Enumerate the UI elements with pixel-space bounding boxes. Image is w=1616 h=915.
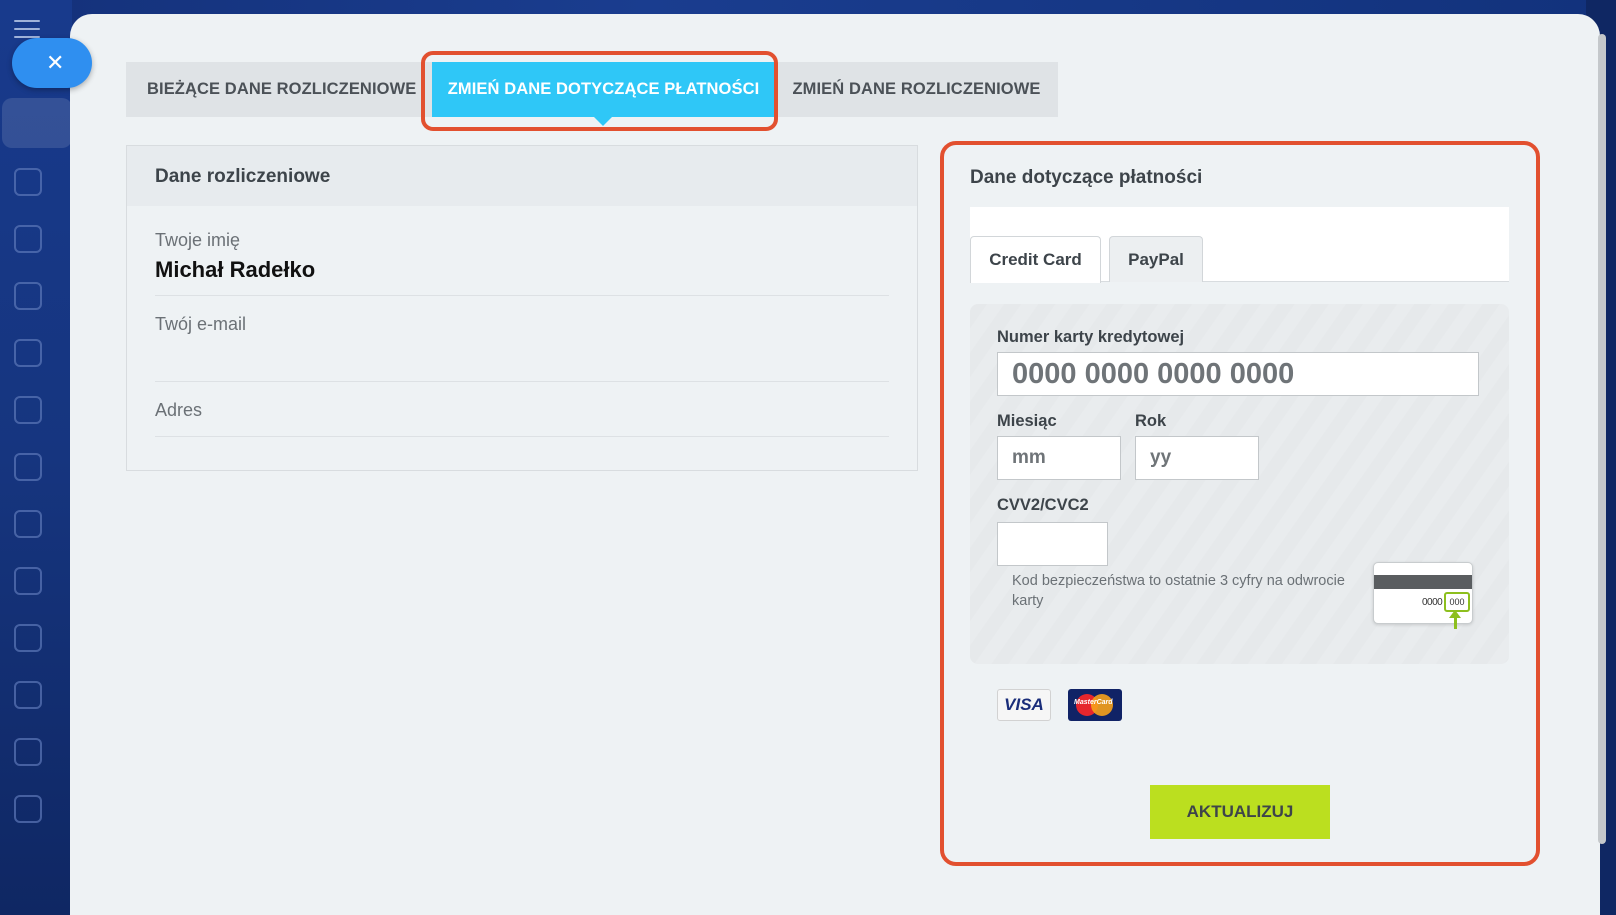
address-label: Adres — [155, 400, 203, 420]
tab-paypal[interactable]: PayPal — [1109, 236, 1203, 282]
sidebar-pencil-icon[interactable] — [14, 624, 42, 652]
name-label: Twoje imię — [155, 230, 241, 250]
month-label: Miesiąc — [997, 412, 1057, 430]
sidebar-item-icon[interactable] — [14, 225, 42, 253]
tab-current-billing[interactable]: BIEŻĄCE DANE ROZLICZENIOWE — [126, 62, 429, 117]
sidebar-tools-icon[interactable] — [14, 795, 42, 823]
credit-card-form: Numer karty kredytowej Miesiąc Rok CVV2/… — [970, 304, 1509, 664]
tab-credit-card[interactable]: Credit Card — [970, 236, 1101, 283]
card-back-digits: 0000 — [1422, 597, 1443, 608]
sidebar-filter-icon[interactable] — [14, 282, 42, 310]
card-number-input[interactable] — [997, 352, 1479, 396]
cvv-label: CVV2/CVC2 — [997, 496, 1089, 514]
email-label: Twój e-mail — [155, 314, 247, 334]
arrow-shaft — [1454, 615, 1457, 629]
cvv-location-box: 000 — [1444, 592, 1470, 612]
card-back-cvv-icon: 0000 000 — [1373, 562, 1473, 629]
card-logos: VISA MasterCard — [997, 689, 1122, 721]
sidebar-calendar-icon[interactable] — [14, 339, 42, 367]
email-field: Twój e-mail — [155, 296, 889, 382]
sidebar-document-icon[interactable] — [14, 567, 42, 595]
payment-data-card: Dane dotyczące płatności Credit Card Pay… — [945, 145, 1535, 873]
payment-data-title: Dane dotyczące płatności — [970, 167, 1203, 188]
update-button[interactable]: AKTUALIZUJ — [1150, 785, 1330, 839]
billing-data-card: Dane rozliczeniowe Twoje imię Michał Rad… — [126, 145, 918, 471]
month-input[interactable] — [997, 436, 1121, 480]
magnetic-stripe — [1374, 575, 1472, 589]
sidebar-active-item[interactable] — [2, 98, 72, 148]
cvv-input[interactable] — [997, 522, 1108, 566]
mastercard-logo-text: MasterCard — [1074, 699, 1113, 706]
billing-data-title: Dane rozliczeniowe — [127, 146, 917, 206]
active-tab-caret-icon — [594, 117, 612, 126]
address-field: Adres — [155, 382, 889, 437]
tab-change-payment[interactable]: ZMIEŃ DANE DOTYCZĄCE PŁATNOŚCI — [432, 62, 775, 126]
billing-tabs: BIEŻĄCE DANE ROZLICZENIOWE ZMIEŃ DANE DO… — [126, 62, 1058, 126]
scrollbar[interactable] — [1598, 34, 1606, 844]
hamburger-menu-icon[interactable] — [14, 20, 40, 40]
tab-change-billing[interactable]: ZMIEŃ DANE ROZLICZENIOWE — [775, 62, 1058, 117]
sidebar-chart-icon[interactable] — [14, 681, 42, 709]
sidebar-target-icon[interactable] — [14, 453, 42, 481]
name-value: Michał Radełko — [155, 257, 316, 282]
tab-change-payment-label: ZMIEŃ DANE DOTYCZĄCE PŁATNOŚCI — [447, 80, 760, 98]
cvv-hint-text: Kod bezpieczeństwa to ostatnie 3 cyfry n… — [1012, 573, 1345, 610]
payment-method-tabs: Credit Card PayPal — [970, 207, 1509, 283]
sidebar-cart-icon[interactable] — [14, 510, 42, 538]
name-field: Twoje imię Michał Radełko — [155, 206, 889, 296]
mastercard-logo-icon: MasterCard — [1068, 689, 1122, 721]
background-sidebar — [0, 0, 72, 915]
sidebar-tasks-icon[interactable] — [14, 168, 42, 196]
year-input[interactable] — [1135, 436, 1259, 480]
visa-logo-icon: VISA — [997, 689, 1051, 721]
sidebar-card-icon[interactable] — [14, 738, 42, 766]
year-label: Rok — [1135, 412, 1167, 430]
close-icon[interactable]: ✕ — [12, 38, 92, 88]
sidebar-building-icon[interactable] — [14, 396, 42, 424]
card-number-label: Numer karty kredytowej — [997, 328, 1185, 346]
